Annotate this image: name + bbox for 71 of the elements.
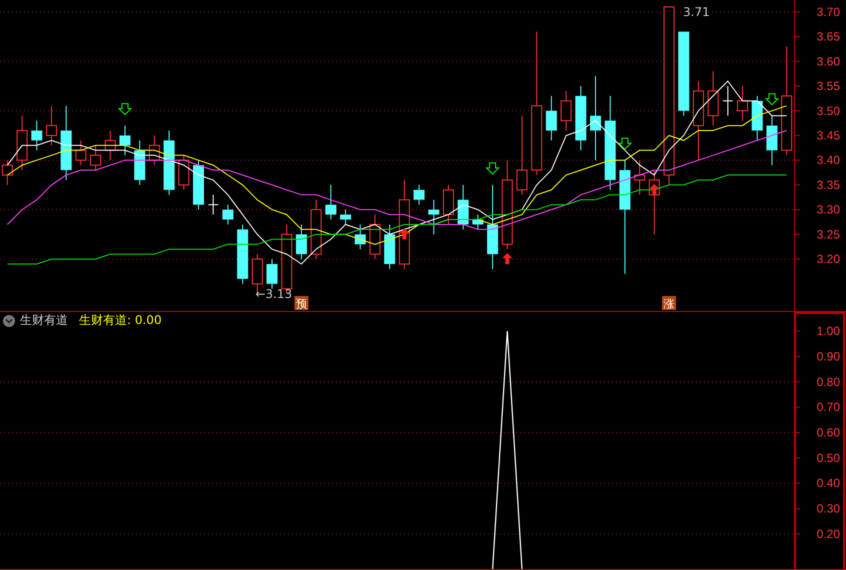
falling-candle — [296, 224, 307, 260]
indicator-axis-label: 0.60 — [816, 426, 840, 440]
rising-candle — [442, 184, 454, 225]
rising-candle — [178, 154, 190, 190]
signal-badge: 涨 — [662, 296, 676, 310]
up-arrow-icon — [502, 253, 512, 264]
price-axis-label: 3.50 — [816, 104, 840, 118]
falling-candle — [752, 95, 763, 141]
indicator-axis-label: 0.30 — [816, 502, 840, 516]
rising-candle — [90, 144, 102, 171]
low-price-label: ←3.13 — [255, 287, 292, 301]
rising-candle — [46, 105, 57, 146]
falling-candle — [428, 199, 440, 235]
rising-candle — [560, 90, 572, 132]
falling-candle — [766, 115, 778, 166]
falling-candle — [237, 224, 248, 284]
rising-candle — [148, 134, 160, 166]
high-price-label: 3.71 — [683, 5, 710, 19]
price-axis-label: 3.30 — [816, 202, 840, 217]
rising-candle — [737, 86, 748, 122]
rising-candle — [634, 160, 646, 196]
falling-candle — [134, 140, 146, 186]
up-arrow-icon — [649, 184, 660, 195]
rising-candle — [708, 70, 719, 126]
price-axis-label: 3.40 — [816, 153, 840, 168]
indicator-title: 生财有道 — [20, 312, 68, 330]
indicator-axis-label: 0.70 — [816, 400, 840, 414]
falling-candle — [325, 184, 336, 220]
price-axis-label: 3.60 — [816, 54, 840, 68]
price-axis-label: 3.65 — [816, 30, 840, 44]
falling-candle — [222, 204, 234, 225]
price-axis-label: 3.55 — [816, 79, 840, 94]
price-axis-label: 3.70 — [816, 4, 840, 19]
rising-candle — [75, 140, 86, 166]
falling-candle — [193, 160, 204, 210]
indicator-axis-label: 1.00 — [816, 324, 840, 338]
price-axis-label: 3.45 — [816, 128, 840, 142]
falling-candle — [266, 258, 278, 290]
rising-candle — [310, 199, 322, 260]
price-axis-label: 3.35 — [816, 178, 840, 192]
indicator-axis-label: 0.50 — [816, 450, 840, 465]
rising-candle — [104, 130, 116, 161]
falling-candle — [31, 120, 42, 151]
down-arrow-icon — [485, 162, 500, 175]
down-arrow-icon — [764, 93, 780, 106]
indicator-reading: 生财有道: 0.00 — [79, 312, 162, 330]
falling-candle — [414, 184, 425, 206]
rising-candle — [369, 214, 380, 260]
falling-candle — [354, 224, 366, 250]
collapse-icon[interactable] — [3, 314, 15, 327]
falling-candle — [458, 184, 469, 230]
falling-candle — [119, 125, 130, 156]
falling-candle — [384, 224, 396, 270]
price-axis-label: 3.20 — [816, 252, 840, 266]
falling-candle — [164, 130, 175, 196]
falling-candle — [340, 209, 352, 225]
falling-candle — [546, 95, 557, 141]
down-arrow-icon — [618, 138, 632, 150]
falling-candle — [575, 86, 586, 151]
indicator-axis-label: 0.90 — [816, 349, 840, 364]
signal-badge: 预 — [294, 296, 308, 310]
doji-candle — [722, 86, 734, 116]
indicator-axis-label: 0.80 — [816, 374, 840, 389]
price-axis-label: 3.25 — [816, 227, 840, 242]
down-arrow-icon — [118, 103, 132, 116]
indicator-axis-label: 0.40 — [816, 476, 840, 490]
up-arrow-icon — [399, 228, 410, 240]
rising-candle — [16, 115, 28, 171]
falling-candle — [472, 214, 484, 230]
indicator-axis-label: 0.20 — [816, 526, 840, 541]
doji-candle — [208, 194, 219, 216]
